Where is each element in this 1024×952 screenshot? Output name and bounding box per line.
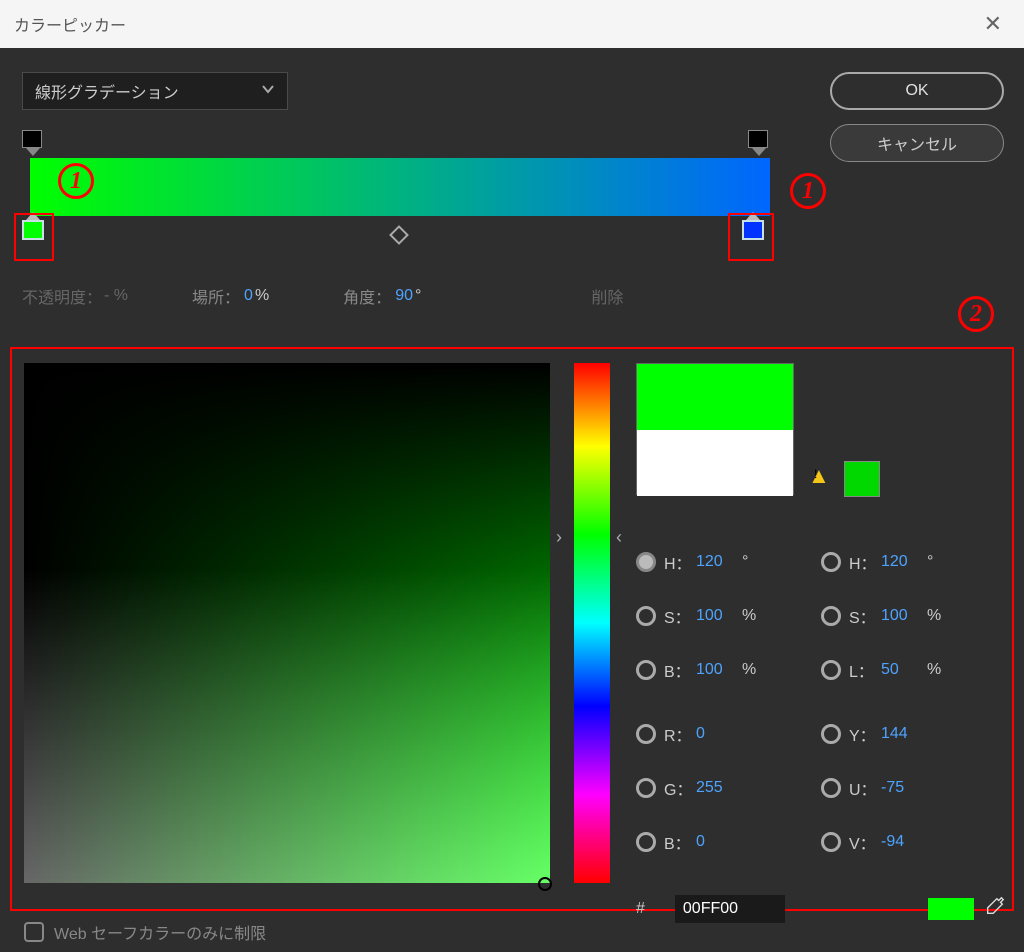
radio-h[interactable] [636,552,656,572]
label-h: H： [664,550,696,574]
value-rgb-g[interactable]: 255 [696,779,738,797]
value-hsl-l[interactable]: 50 [881,661,923,679]
value-yuv-u[interactable]: -75 [881,779,923,797]
angle-value[interactable]: 90 [395,287,413,305]
label-s: S： [664,604,696,628]
ok-button[interactable]: OK [830,72,1004,110]
color-stop-left[interactable] [22,222,44,244]
label-b2: B： [664,830,696,854]
value-rgb-r[interactable]: 0 [696,725,738,743]
arrow-right-icon[interactable]: › [556,527,562,548]
delete-button: 削除 [591,284,623,308]
location-value[interactable]: 0 [244,287,253,305]
hex-prefix: # [636,900,645,918]
label-l: L： [849,658,881,682]
radio-s[interactable] [636,606,656,626]
opacity-stop-left[interactable] [22,130,42,148]
value-yuv-y[interactable]: 144 [881,725,923,743]
opacity-stop-right[interactable] [748,130,768,148]
radio-r[interactable] [636,724,656,744]
sv-cursor[interactable] [538,877,552,891]
value-yuv-v[interactable]: -94 [881,833,923,851]
hue-slider[interactable] [574,363,610,883]
color-stop-right[interactable] [742,222,764,244]
label-s2: S： [849,604,881,628]
label-h2: H： [849,550,881,574]
opacity-value: - % [104,287,128,305]
websafe-checkbox-row[interactable]: Web セーフカラーのみに制限 [24,920,266,944]
annotation-circle-2: 2 [958,296,994,332]
radio-u[interactable] [821,778,841,798]
value-hsb-h[interactable]: 120 [696,553,738,571]
hex-input[interactable] [675,895,785,923]
hex-swatch [928,898,974,920]
gradient-type-label: 線形グラデーション [35,79,179,103]
label-y: Y： [849,722,881,746]
annotation-circle-1b: 1 [790,173,826,209]
websafe-checkbox[interactable] [24,922,44,942]
radio-h2[interactable] [821,552,841,572]
radio-y[interactable] [821,724,841,744]
gamut-warning-icon[interactable]: ▲! [808,463,830,489]
close-icon[interactable]: ✕ [976,11,1010,37]
opacity-label: 不透明度： [22,284,102,308]
radio-s2[interactable] [821,606,841,626]
gamut-warning-swatch[interactable] [844,461,880,497]
color-swatch-compare [636,363,794,495]
label-b: B： [664,658,696,682]
location-unit: % [255,287,269,305]
value-hsl-s[interactable]: 100 [881,607,923,625]
eyedropper-icon[interactable] [984,895,1006,923]
cancel-button[interactable]: キャンセル [830,124,1004,162]
old-color-swatch[interactable] [637,430,793,496]
new-color-swatch[interactable] [637,364,793,430]
midpoint-handle[interactable] [389,225,409,245]
radio-g[interactable] [636,778,656,798]
radio-b2[interactable] [636,832,656,852]
radio-l[interactable] [821,660,841,680]
websafe-label: Web セーフカラーのみに制限 [54,920,266,944]
label-g: G： [664,776,696,800]
gradient-preview[interactable] [30,158,770,216]
label-u: U： [849,776,881,800]
title-bar: カラーピッカー ✕ [0,0,1024,48]
saturation-value-field[interactable] [24,363,550,883]
value-hsl-h[interactable]: 120 [881,553,923,571]
radio-b[interactable] [636,660,656,680]
radio-v[interactable] [821,832,841,852]
label-v: V： [849,830,881,854]
label-r: R： [664,722,696,746]
angle-label: 角度： [343,284,391,308]
value-hsb-b[interactable]: 100 [696,661,738,679]
value-hsb-s[interactable]: 100 [696,607,738,625]
location-label: 場所： [192,284,240,308]
gradient-controls: 不透明度： - % 場所： 0 % 角度： 90 ° 削除 [22,284,782,308]
angle-unit: ° [415,287,421,305]
gradient-type-select[interactable]: 線形グラデーション [22,72,288,110]
color-picker-panel: › ‹ ▲! H： 120 ° H： 120 ° S： [10,347,1014,911]
value-rgb-b[interactable]: 0 [696,833,738,851]
arrow-left-icon[interactable]: ‹ [616,527,622,548]
window-title: カラーピッカー [14,12,126,36]
chevron-down-icon [261,82,275,101]
